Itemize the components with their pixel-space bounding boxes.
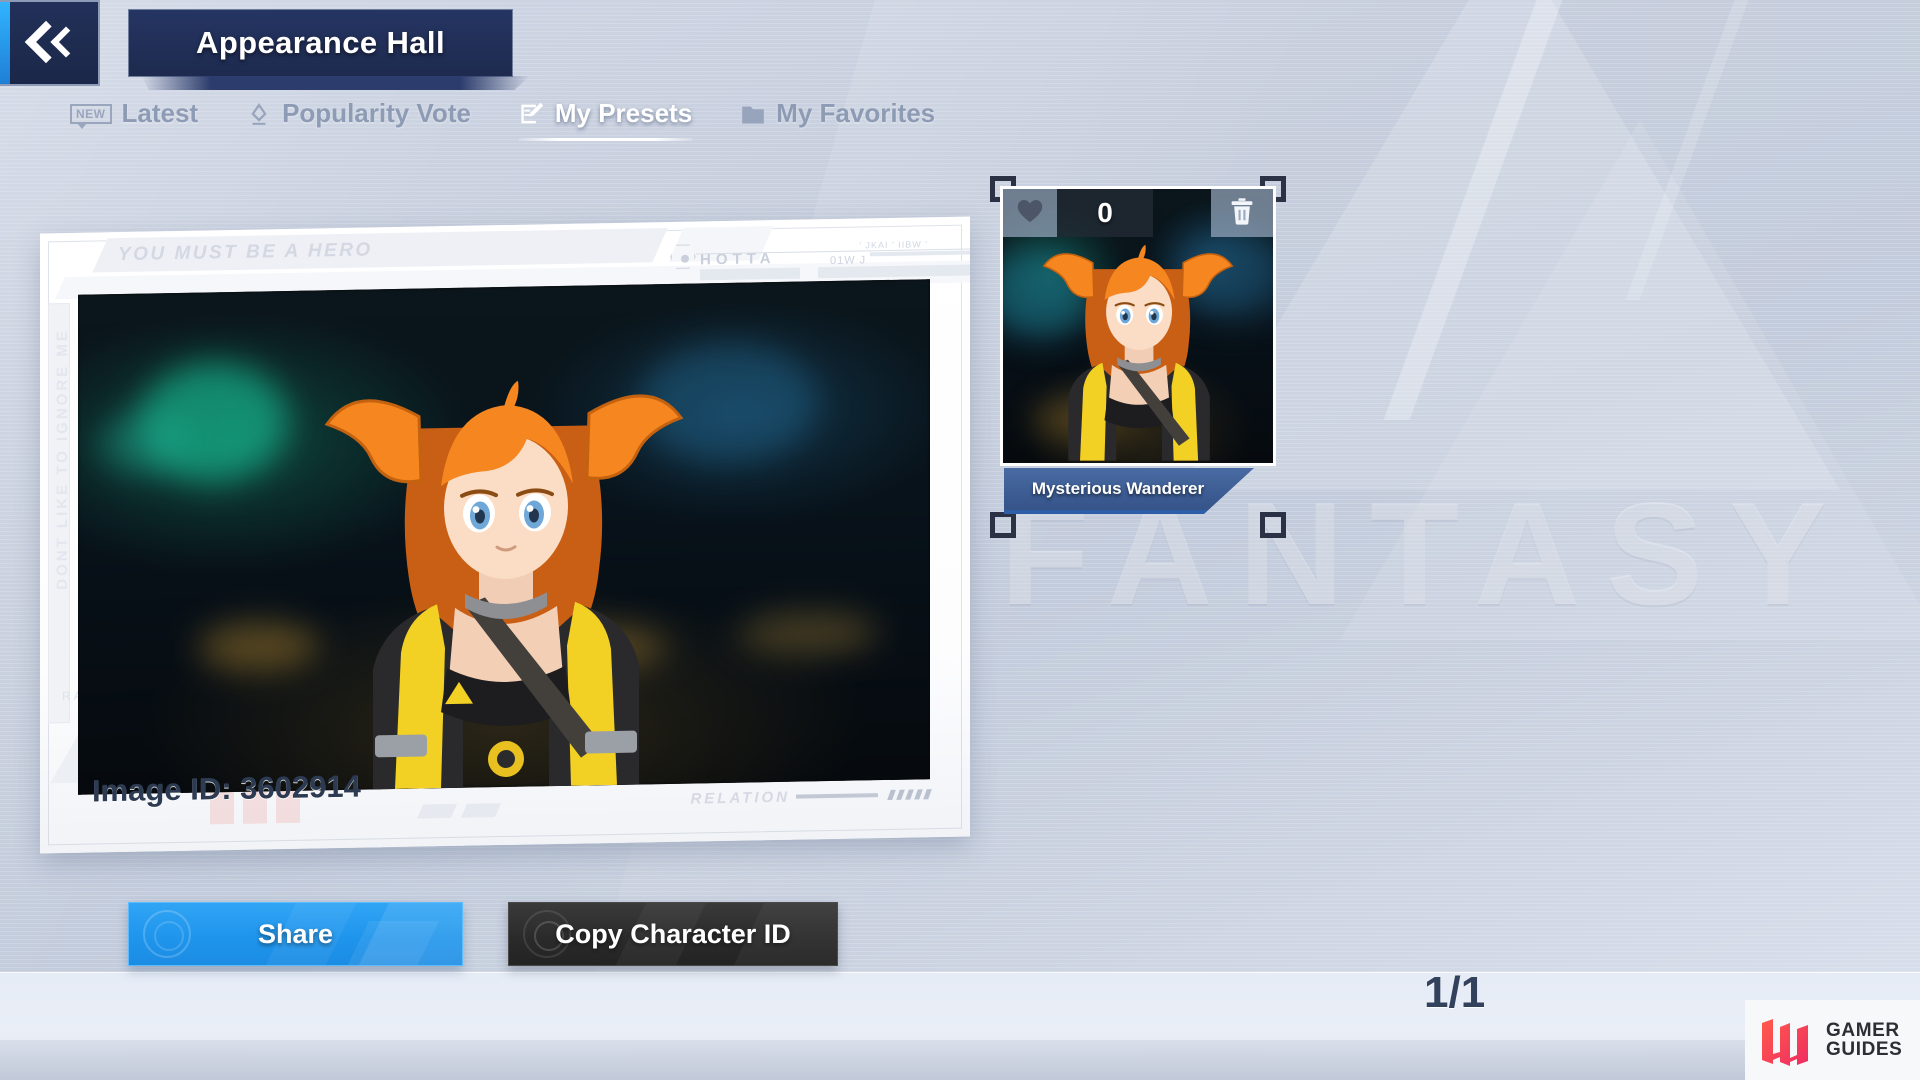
watermark-line-2: GUIDES [1826,1039,1903,1060]
tab-label-popularity-vote: Popularity Vote [282,98,471,128]
heart-icon [1016,198,1044,229]
bottom-band-lower [0,1040,1920,1080]
trash-icon [1228,196,1256,231]
copy-character-id-button[interactable]: Copy Character ID [508,902,838,966]
new-badge-icon: NEW [70,103,112,129]
image-id-label: Image ID: 3602914 [92,768,361,809]
tab-my-favorites[interactable]: My Favorites [740,98,935,141]
share-button[interactable]: Share [128,902,463,966]
tab-bar: NEW Latest Popularity Vote My Presets My… [70,98,935,141]
star-folder-icon [740,101,766,127]
share-watermark-icon [143,910,191,958]
vote-diamond-icon [246,101,272,127]
like-count: 0 [1097,197,1113,228]
pagination-indicator: 1/1 [1424,968,1486,1017]
preset-character-art [1042,244,1234,461]
like-button[interactable] [1003,189,1057,237]
back-chevron-icon [27,23,71,63]
gamer-guides-wordmark: GAMER GUIDES [1826,1019,1903,1060]
preview-panel: YOU MUST BE A HERO HOTTA 01W J ' JKAI ' … [40,216,970,854]
character-art [324,380,684,790]
preset-name: Mysterious Wanderer [1031,479,1205,498]
preset-name-banner: Mysterious Wanderer [1004,468,1254,514]
tab-popularity-vote[interactable]: Popularity Vote [246,98,471,141]
tab-label-latest: Latest [121,98,199,128]
share-button-label: Share [257,918,334,949]
card-header-spacer [1153,189,1211,237]
preview-image [78,279,930,795]
tab-label-my-presets: My Presets [554,98,693,128]
back-button[interactable] [0,0,100,86]
tab-label-my-favorites: My Favorites [776,98,936,128]
copy-button-label: Copy Character ID [555,918,791,949]
tab-my-presets[interactable]: My Presets [518,98,693,141]
delete-button[interactable] [1211,189,1273,237]
page-title: Appearance Hall [196,25,445,60]
gamer-guides-logo-icon [1762,1019,1808,1066]
tab-latest[interactable]: NEW Latest [70,98,198,141]
like-count-box: 0 [1057,189,1153,237]
preset-card-header: 0 [1003,189,1273,237]
gamer-guides-watermark: GAMER GUIDES [1745,1000,1920,1080]
preset-card[interactable]: 0 Mysterious Wanderer [990,176,1286,538]
edit-note-icon [519,101,545,127]
watermark-line-1: GAMER [1826,1019,1900,1041]
appearance-hall-screen: FANTASY Appearance Hall NEW Latest Popul… [0,0,1920,1080]
preset-card-thumbnail: 0 [1000,186,1276,466]
character-scene [78,279,930,795]
page-title-plate: Appearance Hall [128,9,513,77]
